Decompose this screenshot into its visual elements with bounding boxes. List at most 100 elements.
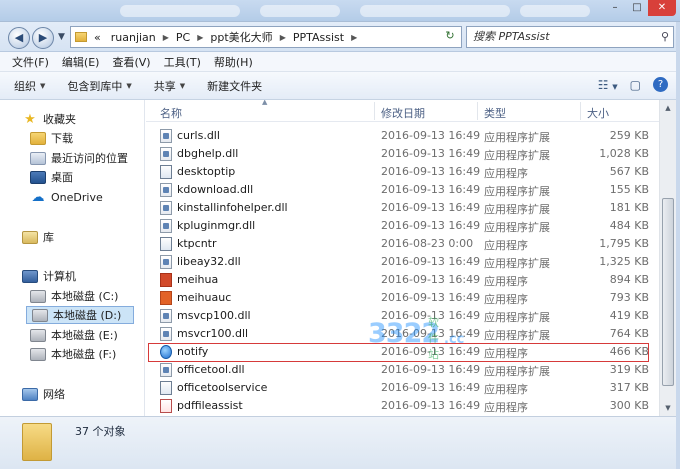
breadcrumb-item[interactable]: PPTAssist <box>290 31 347 44</box>
scroll-up-icon[interactable]: ▲ <box>660 100 676 116</box>
table-row[interactable]: officetoolservice 2016-09-13 16:49 应用程序 317… <box>146 379 659 397</box>
recent-pages-dropdown-icon[interactable]: ▼ <box>58 32 65 42</box>
table-row[interactable]: desktoptip 2016-09-13 16:49 应用程序 567 KB <box>146 163 659 181</box>
file-size: 484 KB <box>609 219 649 232</box>
back-button[interactable]: ◀ <box>8 27 30 49</box>
nav-disk-d[interactable]: 本地磁盘 (D:) <box>26 306 134 324</box>
scrollbar-thumb[interactable] <box>662 198 674 386</box>
file-name: kinstallinfohelper.dll <box>177 201 288 214</box>
menu-edit[interactable]: 编辑(E) <box>62 54 100 70</box>
scroll-down-icon[interactable]: ▼ <box>660 400 676 416</box>
breadcrumb-overflow[interactable]: « <box>91 31 104 44</box>
forward-button[interactable]: ▶ <box>32 27 54 49</box>
dll-file-icon <box>160 327 172 341</box>
nav-libraries[interactable]: 库 <box>22 228 54 246</box>
search-placeholder: 搜索 PPTAssist <box>473 30 550 43</box>
organize-button[interactable]: 组织 ▼ <box>14 78 45 94</box>
column-divider[interactable] <box>477 102 478 120</box>
chevron-right-icon[interactable]: ▶ <box>163 33 169 42</box>
column-name[interactable]: 名称 <box>160 105 182 121</box>
file-type: 应用程序 <box>484 167 528 180</box>
file-size: 319 KB <box>609 363 649 376</box>
nav-network[interactable]: 网络 <box>22 385 65 403</box>
column-divider[interactable] <box>374 102 375 120</box>
search-icon[interactable]: ⚲ <box>661 27 669 47</box>
nav-disk-e[interactable]: 本地磁盘 (E:) <box>30 326 118 344</box>
breadcrumb-item[interactable]: PC <box>173 31 193 44</box>
file-name: notify <box>177 345 209 358</box>
maximize-icon[interactable]: □ <box>626 0 648 16</box>
breadcrumb-item[interactable]: ppt美化大师 <box>207 29 275 45</box>
file-date: 2016-09-13 16:49 <box>381 201 481 214</box>
dropdown-arrow-icon: ▼ <box>179 81 186 90</box>
file-name: meihuauc <box>177 291 232 304</box>
command-bar: 组织 ▼ 包含到库中 ▼ 共享 ▼ 新建文件夹 ☷ ▼ ▢ ? <box>0 72 680 100</box>
share-button[interactable]: 共享 ▼ <box>154 78 185 94</box>
include-library-button[interactable]: 包含到库中 ▼ <box>67 78 131 94</box>
file-type: 应用程序扩展 <box>484 365 550 378</box>
file-date: 2016-09-13 16:49 <box>381 219 481 232</box>
help-icon[interactable]: ? <box>653 77 668 92</box>
table-row[interactable]: pdffileassist 2016-09-13 16:49 应用程序 300 KB <box>146 397 659 415</box>
file-date: 2016-08-23 0:00 <box>381 237 474 250</box>
table-row[interactable]: kdownload.dll 2016-09-13 16:49 应用程序扩展 155 K… <box>146 181 659 199</box>
table-row[interactable]: kinstallinfohelper.dll 2016-09-13 16:49 应用… <box>146 199 659 217</box>
menu-file[interactable]: 文件(F) <box>12 54 49 70</box>
table-row[interactable]: kpluginmgr.dll 2016-09-13 16:49 应用程序扩展 484 … <box>146 217 659 235</box>
column-type[interactable]: 类型 <box>484 105 506 121</box>
arrow-right-icon: ▶ <box>38 31 48 44</box>
table-row[interactable]: curls.dll 2016-09-13 16:49 应用程序扩展 259 KB <box>146 127 659 145</box>
nav-favorites[interactable]: ★ 收藏夹 <box>22 110 76 128</box>
nav-recent[interactable]: 最近访问的位置 <box>30 149 128 167</box>
table-row[interactable]: meihua 2016-09-13 16:49 应用程序 894 KB <box>146 271 659 289</box>
file-name: ktpcntr <box>177 237 217 250</box>
nav-desktop[interactable]: 桌面 <box>30 168 73 186</box>
close-icon[interactable]: ✕ <box>648 0 676 16</box>
recent-places-icon <box>30 151 46 165</box>
column-divider[interactable] <box>580 102 581 120</box>
table-row[interactable]: libeay32.dll 2016-09-13 16:49 应用程序扩展 1,325 … <box>146 253 659 271</box>
dll-file-icon <box>160 255 172 269</box>
table-row[interactable]: ktpcntr 2016-08-23 0:00 应用程序 1,795 KB <box>146 235 659 253</box>
file-date: 2016-09-13 16:49 <box>381 273 481 286</box>
nav-onedrive[interactable]: ☁ OneDrive <box>30 188 103 206</box>
file-name: dbghelp.dll <box>177 147 239 160</box>
network-icon <box>22 387 38 401</box>
nav-computer[interactable]: 计算机 <box>22 267 76 285</box>
minimize-icon[interactable]: – <box>604 0 626 16</box>
refresh-icon[interactable]: ↻ <box>441 29 459 45</box>
menu-bar: 文件(F) 编辑(E) 查看(V) 工具(T) 帮助(H) <box>0 52 680 72</box>
breadcrumb-item[interactable]: ruanjian <box>108 31 159 44</box>
chevron-right-icon[interactable]: ▶ <box>280 33 286 42</box>
search-input[interactable]: 搜索 PPTAssist ⚲ <box>466 26 674 48</box>
file-date: 2016-09-13 16:49 <box>381 129 481 142</box>
table-row[interactable]: dbghelp.dll 2016-09-13 16:49 应用程序扩展 1,028 K… <box>146 145 659 163</box>
chevron-right-icon[interactable]: ▶ <box>351 33 357 42</box>
computer-icon <box>22 269 38 283</box>
watermark: 3322 软件站 .cc <box>368 316 464 361</box>
window-border <box>676 22 680 469</box>
nav-disk-c[interactable]: 本地磁盘 (C:) <box>30 287 118 305</box>
nav-disk-f[interactable]: 本地磁盘 (F:) <box>30 345 116 363</box>
view-options-icon[interactable]: ☷ ▼ <box>598 78 618 92</box>
table-row[interactable]: officetool.dll 2016-09-13 16:49 应用程序扩展 319 … <box>146 361 659 379</box>
file-date: 2016-09-13 16:49 <box>381 291 481 304</box>
file-type: 应用程序扩展 <box>484 203 550 216</box>
file-size: 764 KB <box>609 327 649 340</box>
nav-downloads[interactable]: 下载 <box>30 129 73 147</box>
address-field[interactable]: « ruanjian ▶ PC ▶ ppt美化大师 ▶ PPTAssist ▶ … <box>70 26 462 48</box>
file-type: 应用程序扩展 <box>484 311 550 324</box>
column-size[interactable]: 大小 <box>587 105 609 121</box>
file-type: 应用程序扩展 <box>484 257 550 270</box>
preview-pane-icon[interactable]: ▢ <box>630 78 641 92</box>
menu-view[interactable]: 查看(V) <box>112 54 150 70</box>
nav-label: 最近访问的位置 <box>51 152 128 165</box>
column-date[interactable]: 修改日期 <box>381 105 425 121</box>
chevron-right-icon[interactable]: ▶ <box>197 33 203 42</box>
table-row[interactable]: meihuauc 2016-09-13 16:49 应用程序 793 KB <box>146 289 659 307</box>
vertical-scrollbar[interactable]: ▲ ▼ <box>659 100 676 416</box>
menu-tools[interactable]: 工具(T) <box>164 54 201 70</box>
menu-help[interactable]: 帮助(H) <box>214 54 253 70</box>
new-folder-button[interactable]: 新建文件夹 <box>207 78 262 94</box>
file-date: 2016-09-13 16:49 <box>381 255 481 268</box>
